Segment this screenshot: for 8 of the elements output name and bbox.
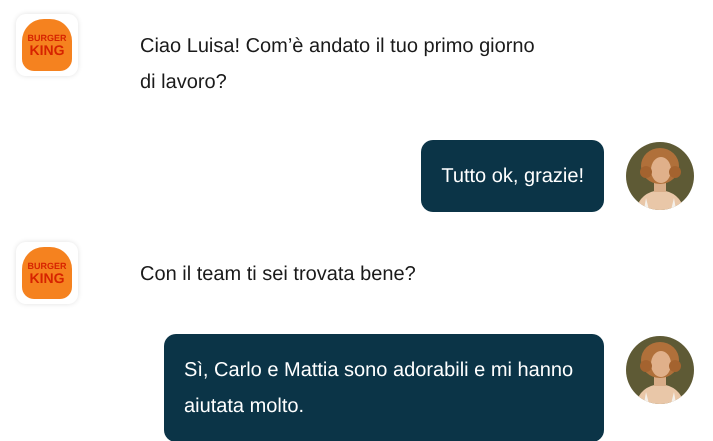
logo-text: KING <box>30 42 64 56</box>
logo-text: BURGER <box>27 34 66 42</box>
logo-text: KING <box>30 270 64 284</box>
logo-text: BURGER <box>27 262 66 270</box>
message-bubble: Sì, Carlo e Mattia sono adorabili e mi hanno aiutata molto. <box>164 334 604 441</box>
message-bubble: Tutto ok, grazie! <box>421 140 604 212</box>
message-text: Con il team ti sei trovata bene? <box>140 262 417 287</box>
message-text: Ciao Luisa! Com’è andato il tuo primo giorno di lavoro? <box>140 34 536 95</box>
